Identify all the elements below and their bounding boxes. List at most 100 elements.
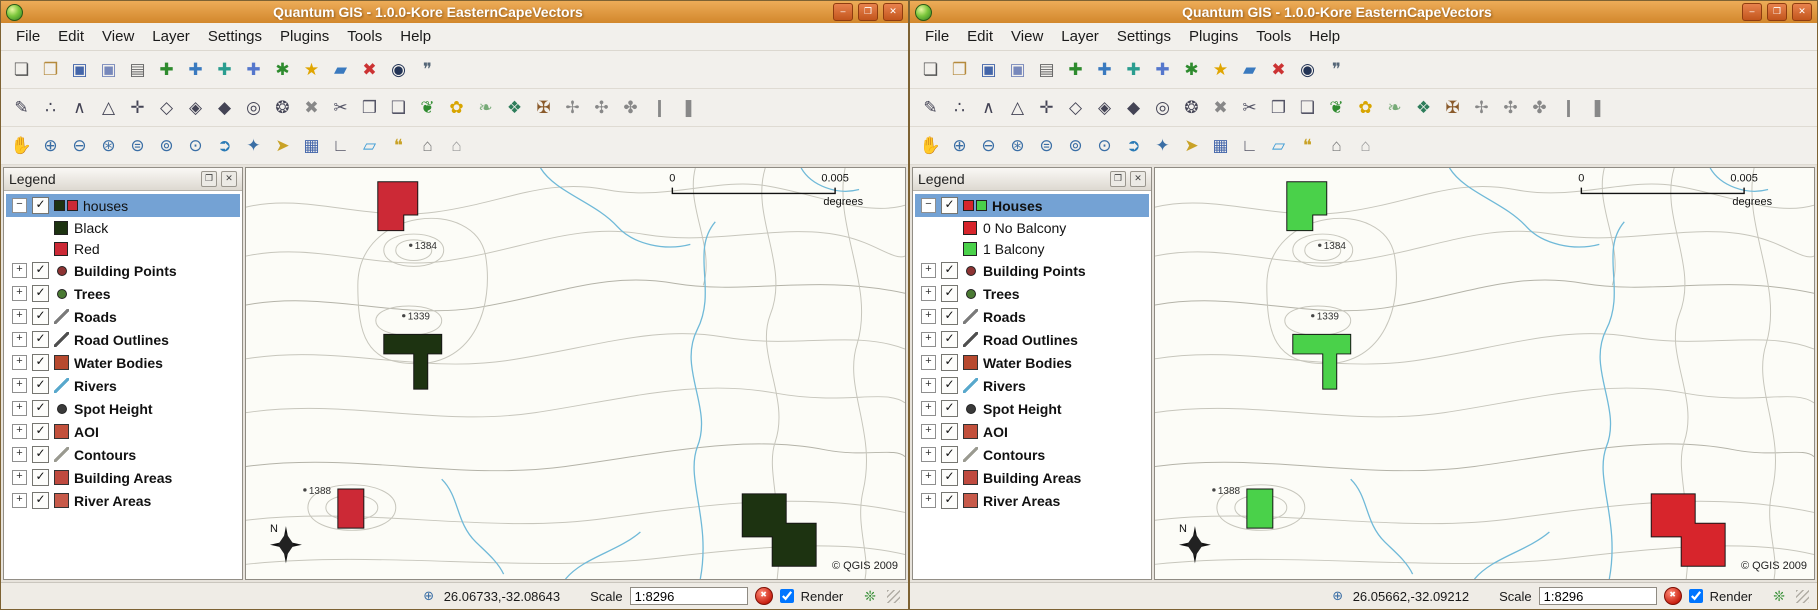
legend-layer-building-points[interactable]: +✓Building Points	[6, 259, 240, 282]
close-button[interactable]: ✕	[1792, 3, 1812, 21]
add-vector-layer-icon[interactable]: ✚	[1063, 57, 1088, 82]
layer-visibility-checkbox[interactable]: ✓	[32, 400, 49, 417]
plugin-flower-tool-icon[interactable]: ✿	[444, 95, 469, 120]
remove-layer-icon[interactable]: ✖	[1266, 57, 1291, 82]
oracle-georaster-icon[interactable]: ❙	[1556, 95, 1581, 120]
gps-tools-icon[interactable]: ✠	[1440, 95, 1465, 120]
legend-layer-spot-height[interactable]: +✓Spot Height	[6, 397, 240, 420]
expand-icon[interactable]: +	[12, 355, 27, 370]
add-postgis-layer-icon[interactable]: ✚	[1121, 57, 1146, 82]
toggle-editing-icon[interactable]: ✎	[9, 95, 34, 120]
capture-line-icon[interactable]: ∧	[67, 95, 92, 120]
pan-map-icon[interactable]: ✋	[918, 133, 943, 158]
collapse-icon[interactable]: −	[921, 198, 936, 213]
add-bookmark-icon[interactable]: ★	[299, 57, 324, 82]
layer-visibility-checkbox[interactable]: ✓	[941, 400, 958, 417]
layer-visibility-checkbox[interactable]: ✓	[32, 423, 49, 440]
expand-icon[interactable]: +	[921, 309, 936, 324]
minimize-button[interactable]: –	[1742, 3, 1762, 21]
add-raster-layer-icon[interactable]: ✚	[1092, 57, 1117, 82]
legend-class-black[interactable]: Black	[6, 217, 240, 238]
menu-file[interactable]: File	[916, 25, 958, 48]
measure-line-icon[interactable]: ∟	[1237, 133, 1262, 158]
expand-icon[interactable]: +	[921, 401, 936, 416]
menu-layer[interactable]: Layer	[1052, 25, 1108, 48]
float-panel-button[interactable]: ❐	[1110, 171, 1126, 187]
save-project-icon[interactable]: ▣	[67, 57, 92, 82]
add-postgis-layer-icon[interactable]: ✚	[212, 57, 237, 82]
maximize-button[interactable]: ❐	[1767, 3, 1787, 21]
map-view[interactable]: 1384 1339 1388 0 0.005 degrees N	[1154, 167, 1815, 580]
render-checkbox[interactable]	[780, 589, 794, 603]
stop-render-button[interactable]: ✖	[1664, 587, 1682, 605]
zoom-in-icon[interactable]: ⊕	[38, 133, 63, 158]
new-vector-layer-icon[interactable]: ✱	[270, 57, 295, 82]
layer-visibility-checkbox[interactable]: ✓	[941, 197, 958, 214]
add-island-icon[interactable]: ❂	[270, 95, 295, 120]
expand-icon[interactable]: +	[12, 470, 27, 485]
legend-layer-houses[interactable]: −✓houses	[6, 194, 240, 217]
georeferencer-icon[interactable]: ❖	[1411, 95, 1436, 120]
layer-visibility-checkbox[interactable]: ✓	[941, 446, 958, 463]
expand-icon[interactable]: +	[12, 447, 27, 462]
delete-vertex-icon[interactable]: ◆	[212, 95, 237, 120]
zoom-out-icon[interactable]: ⊖	[67, 133, 92, 158]
dxf2shp-converter-icon[interactable]: ✤	[1527, 95, 1552, 120]
show-bookmarks-icon[interactable]: ▰	[328, 57, 353, 82]
select-features-icon[interactable]: ➤	[270, 133, 295, 158]
cut-features-icon[interactable]: ✂	[328, 95, 353, 120]
legend-layer-houses[interactable]: −✓Houses	[915, 194, 1149, 217]
close-panel-button[interactable]: ✕	[1130, 171, 1146, 187]
legend-layer-road-outlines[interactable]: +✓Road Outlines	[6, 328, 240, 351]
expand-icon[interactable]: +	[921, 286, 936, 301]
remove-layer-icon[interactable]: ✖	[357, 57, 382, 82]
expand-icon[interactable]: +	[12, 332, 27, 347]
paste-features-icon[interactable]: ❑	[386, 95, 411, 120]
map-canvas[interactable]: 1384 1339 1388 0 0.005 degrees N	[1155, 168, 1814, 579]
titlebar[interactable]: Quantum GIS - 1.0.0-Kore EasternCapeVect…	[1, 1, 908, 23]
menu-help[interactable]: Help	[1300, 25, 1349, 48]
legend-layer-building-areas[interactable]: +✓Building Areas	[915, 466, 1149, 489]
capture-polygon-icon[interactable]: △	[1005, 95, 1030, 120]
map-canvas[interactable]: 1384 1339 1388 0 0.005 degrees N	[246, 168, 905, 579]
expand-icon[interactable]: +	[12, 309, 27, 324]
measure-line-icon[interactable]: ∟	[328, 133, 353, 158]
expand-icon[interactable]: +	[12, 263, 27, 278]
layer-visibility-checkbox[interactable]: ✓	[32, 285, 49, 302]
minimize-button[interactable]: –	[833, 3, 853, 21]
legend-layer-trees[interactable]: +✓Trees	[6, 282, 240, 305]
pan-map-icon[interactable]: ✋	[9, 133, 34, 158]
refresh-map-icon[interactable]: ➲	[1121, 133, 1146, 158]
add-bookmark-icon[interactable]: ★	[1208, 57, 1233, 82]
layer-visibility-checkbox[interactable]: ✓	[32, 331, 49, 348]
capture-polygon-icon[interactable]: △	[96, 95, 121, 120]
menu-settings[interactable]: Settings	[1108, 25, 1180, 48]
toggle-editing-icon[interactable]: ✎	[918, 95, 943, 120]
measure-area-icon[interactable]: ▱	[357, 133, 382, 158]
menu-tools[interactable]: Tools	[338, 25, 391, 48]
menu-layer[interactable]: Layer	[143, 25, 199, 48]
add-ring-icon[interactable]: ◎	[241, 95, 266, 120]
scale-input[interactable]	[1539, 587, 1657, 605]
legend-class-red[interactable]: Red	[6, 238, 240, 259]
move-vertex-icon[interactable]: ◇	[154, 95, 179, 120]
open-project-icon[interactable]: ❐	[38, 57, 63, 82]
float-panel-button[interactable]: ❐	[201, 171, 217, 187]
titlebar[interactable]: Quantum GIS - 1.0.0-Kore EasternCapeVect…	[910, 1, 1817, 23]
legend-layer-aoi[interactable]: +✓AOI	[915, 420, 1149, 443]
identify-features-icon[interactable]: ✦	[1150, 133, 1175, 158]
capture-point-icon[interactable]: ∴	[38, 95, 63, 120]
layer-visibility-checkbox[interactable]: ✓	[941, 262, 958, 279]
layer-visibility-checkbox[interactable]: ✓	[32, 262, 49, 279]
legend-layer-roads[interactable]: +✓Roads	[6, 305, 240, 328]
layer-visibility-checkbox[interactable]: ✓	[32, 492, 49, 509]
close-panel-button[interactable]: ✕	[221, 171, 237, 187]
move-feature-icon[interactable]: ✛	[1034, 95, 1059, 120]
menu-edit[interactable]: Edit	[49, 25, 93, 48]
expand-icon[interactable]: +	[921, 493, 936, 508]
copy-features-icon[interactable]: ❒	[357, 95, 382, 120]
capture-line-icon[interactable]: ∧	[976, 95, 1001, 120]
expand-icon[interactable]: +	[921, 447, 936, 462]
resize-grip[interactable]	[1796, 590, 1809, 603]
plugin-tree-tool-icon[interactable]: ❦	[415, 95, 440, 120]
